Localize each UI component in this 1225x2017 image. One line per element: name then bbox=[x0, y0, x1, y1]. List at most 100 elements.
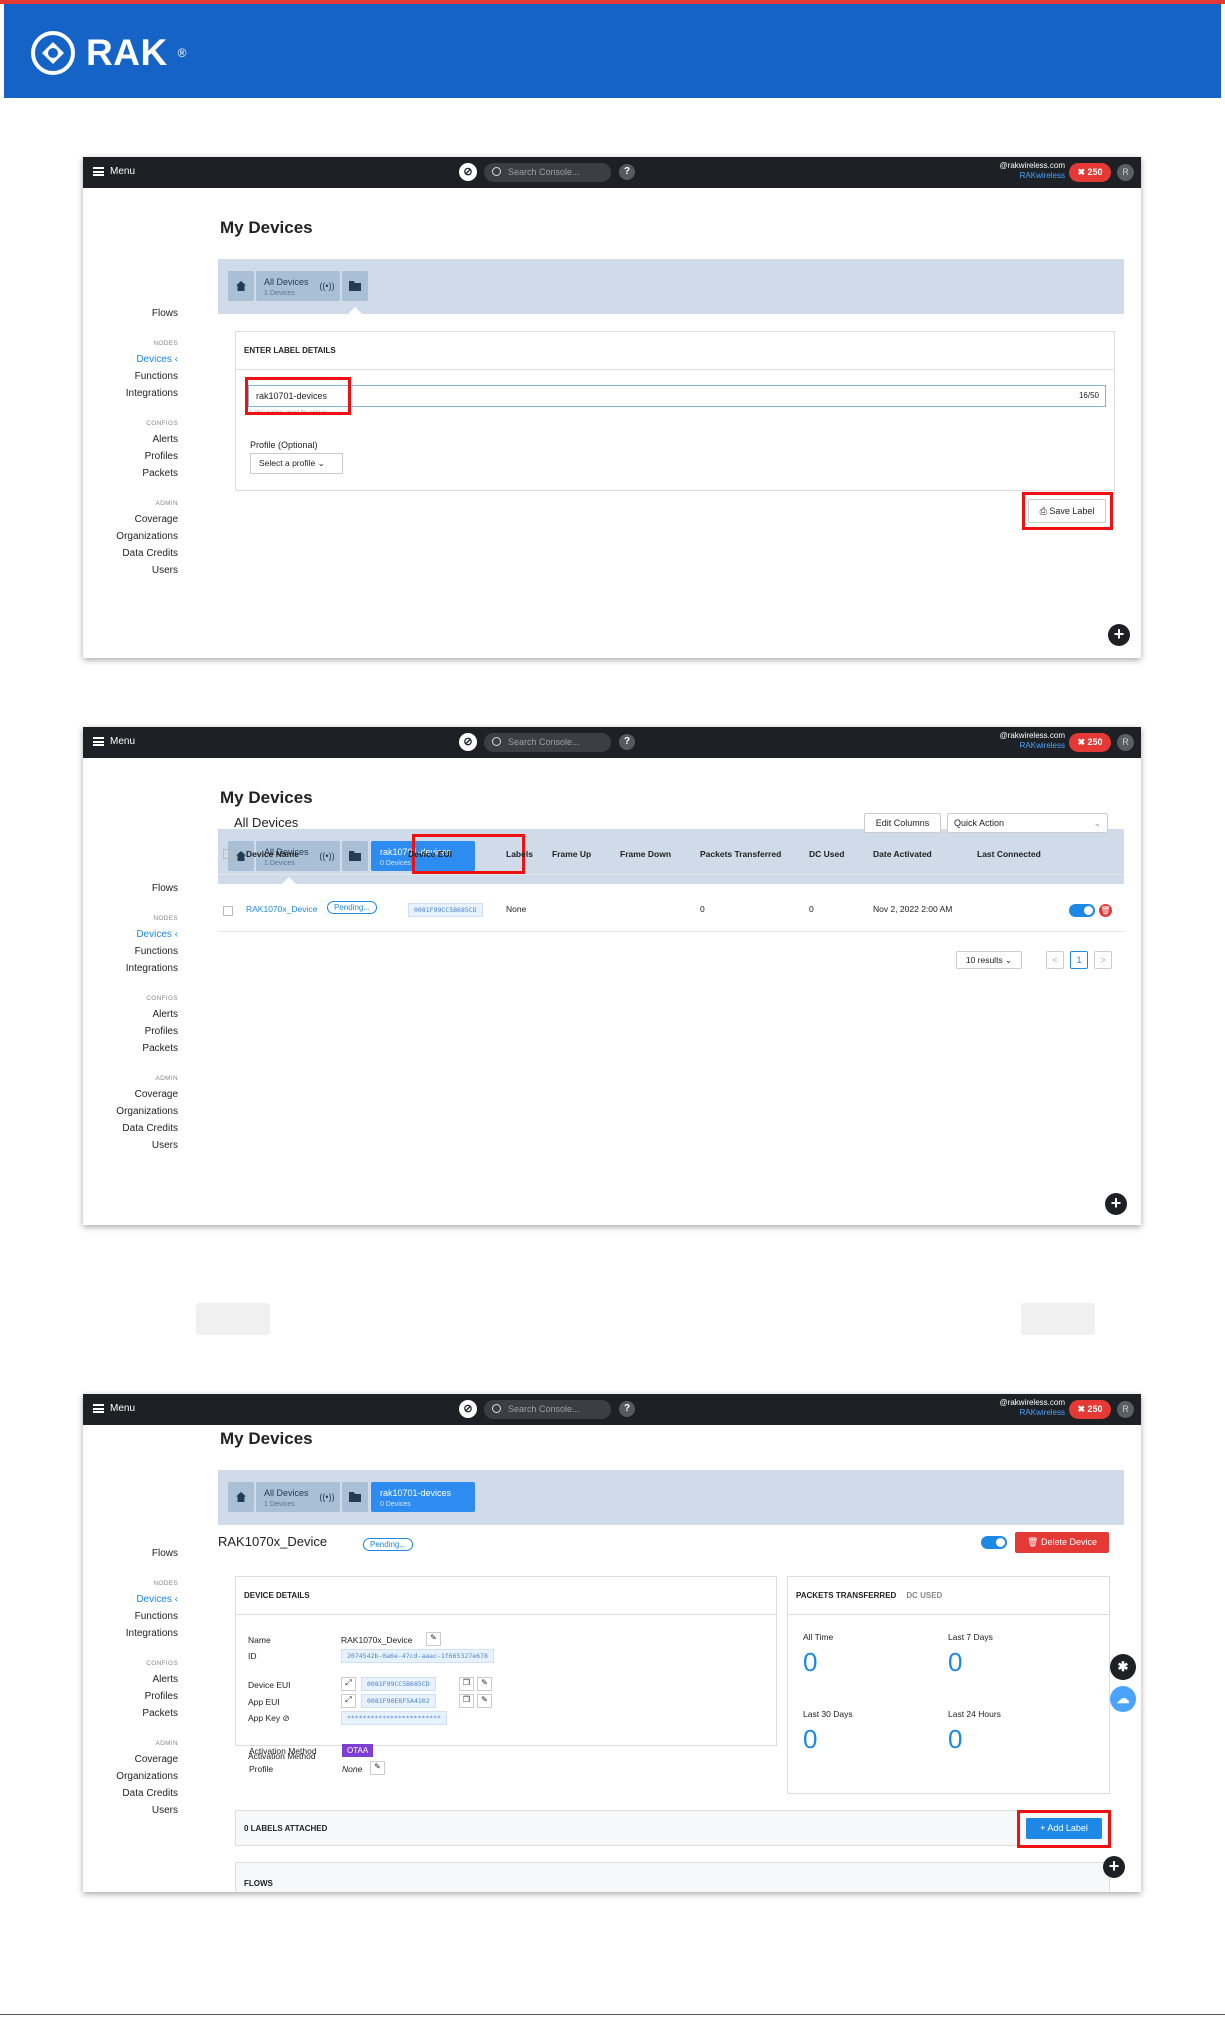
fab-add-button[interactable]: + bbox=[1105, 1193, 1127, 1215]
avatar[interactable]: R bbox=[1117, 164, 1134, 181]
tab-dc-used[interactable]: DC USED bbox=[906, 1577, 942, 1614]
delete-icon[interactable]: 🗑 bbox=[1099, 904, 1112, 917]
signal-icon[interactable]: ((•)) bbox=[314, 271, 340, 301]
sidebar-item-alerts[interactable]: Alerts bbox=[83, 431, 178, 448]
sidebar-item-alerts[interactable]: Alerts bbox=[83, 1006, 178, 1023]
sidebar-item-coverage[interactable]: Coverage bbox=[83, 1751, 178, 1768]
account-info[interactable]: @rakwireless.com RAKwireless bbox=[1000, 161, 1065, 181]
expand-dev-eui-icon[interactable]: ⤢ bbox=[341, 1677, 356, 1691]
search-input[interactable]: Search Console... bbox=[484, 163, 611, 182]
console-logo-icon[interactable]: ⊘ bbox=[459, 733, 477, 751]
copy-app-eui-icon[interactable]: ❐ bbox=[459, 1694, 474, 1708]
sidebar-item-packets[interactable]: Packets bbox=[83, 465, 178, 482]
sidebar-item-flows[interactable]: Flows bbox=[83, 305, 178, 322]
sidebar-item-packets[interactable]: Packets bbox=[83, 1705, 178, 1722]
signal-icon[interactable]: ((•)) bbox=[314, 1482, 340, 1512]
page-1-button[interactable]: 1 bbox=[1070, 951, 1088, 969]
home-button[interactable] bbox=[228, 271, 254, 301]
bug-icon[interactable]: ✱ bbox=[1110, 1654, 1136, 1680]
sidebar-item-functions[interactable]: Functions bbox=[83, 1608, 178, 1625]
sidebar-item-data-credits[interactable]: Data Credits bbox=[83, 1785, 178, 1802]
col-date-activated[interactable]: Date Activated bbox=[873, 849, 932, 859]
sidebar-item-integrations[interactable]: Integrations bbox=[83, 385, 178, 402]
device-toggle[interactable] bbox=[1069, 904, 1095, 917]
sidebar-item-users[interactable]: Users bbox=[83, 562, 178, 579]
delete-device-button[interactable]: 🗑 Delete Device bbox=[1015, 1532, 1109, 1553]
sidebar-item-users[interactable]: Users bbox=[83, 1802, 178, 1819]
sidebar-item-flows[interactable]: Flows bbox=[83, 880, 178, 897]
device-name-link[interactable]: RAK1070x_Device bbox=[246, 904, 317, 914]
results-select[interactable]: 10 results ⌄ bbox=[956, 951, 1022, 969]
col-packets[interactable]: Packets Transferred bbox=[700, 849, 781, 859]
add-label-folder-button[interactable] bbox=[342, 271, 368, 301]
sidebar-item-data-credits[interactable]: Data Credits bbox=[83, 1120, 178, 1137]
edit-name-icon[interactable]: ✎ bbox=[426, 1632, 441, 1646]
console-logo-icon[interactable]: ⊘ bbox=[459, 163, 477, 181]
cloud-upload-icon[interactable]: ☁ bbox=[1110, 1686, 1136, 1712]
copy-dev-eui-icon[interactable]: ❐ bbox=[459, 1677, 474, 1691]
eye-off-icon[interactable]: ⊘ bbox=[283, 1713, 290, 1723]
menu-button[interactable]: Menu bbox=[93, 1403, 135, 1414]
select-all-checkbox[interactable] bbox=[223, 849, 233, 859]
sidebar-item-coverage[interactable]: Coverage bbox=[83, 1086, 178, 1103]
device-toggle[interactable] bbox=[981, 1536, 1007, 1549]
sidebar-item-organizations[interactable]: Organizations bbox=[83, 528, 178, 545]
sidebar-item-integrations[interactable]: Integrations bbox=[83, 1625, 178, 1642]
sidebar-item-profiles[interactable]: Profiles bbox=[83, 1023, 178, 1040]
edit-app-eui-icon[interactable]: ✎ bbox=[477, 1694, 492, 1708]
sidebar-item-functions[interactable]: Functions bbox=[83, 943, 178, 960]
sidebar-item-users[interactable]: Users bbox=[83, 1137, 178, 1154]
help-icon[interactable]: ? bbox=[619, 734, 635, 750]
sidebar-item-data-credits[interactable]: Data Credits bbox=[83, 545, 178, 562]
avatar[interactable]: R bbox=[1117, 734, 1134, 751]
sidebar-item-flows[interactable]: Flows bbox=[83, 1545, 178, 1562]
row-checkbox[interactable] bbox=[223, 906, 233, 916]
tab-packets-transferred[interactable]: PACKETS TRANSFERRED bbox=[796, 1577, 896, 1614]
account-info[interactable]: @rakwireless.com RAKwireless bbox=[1000, 1398, 1065, 1418]
fab-add-button[interactable]: + bbox=[1108, 624, 1130, 646]
edit-profile-icon[interactable]: ✎ bbox=[370, 1761, 385, 1775]
col-frame-down[interactable]: Frame Down bbox=[620, 849, 671, 859]
sidebar-item-functions[interactable]: Functions bbox=[83, 368, 178, 385]
sidebar-item-profiles[interactable]: Profiles bbox=[83, 448, 178, 465]
add-label-folder-button[interactable] bbox=[342, 1482, 368, 1512]
prev-page-button[interactable]: < bbox=[1046, 951, 1064, 969]
profile-select[interactable]: Select a profile ⌄ bbox=[250, 453, 343, 474]
sidebar-item-devices[interactable]: Devices ‹ bbox=[83, 1591, 178, 1608]
sidebar-item-profiles[interactable]: Profiles bbox=[83, 1688, 178, 1705]
sidebar-item-devices[interactable]: Devices ‹ bbox=[83, 351, 178, 368]
home-button[interactable] bbox=[228, 1482, 254, 1512]
all-devices-button[interactable]: All Devices 1 Devices bbox=[256, 271, 320, 301]
col-last-connected[interactable]: Last Connected bbox=[977, 849, 1041, 859]
expand-app-eui-icon[interactable]: ⤢ bbox=[341, 1694, 356, 1708]
add-label-folder-button[interactable] bbox=[342, 841, 368, 871]
col-device-eui[interactable]: Device EUI bbox=[408, 849, 452, 859]
all-devices-button[interactable]: All Devices 1 Devices bbox=[256, 1482, 320, 1512]
console-logo-icon[interactable]: ⊘ bbox=[459, 1400, 477, 1418]
next-page-button[interactable]: > bbox=[1094, 951, 1112, 969]
sidebar-item-alerts[interactable]: Alerts bbox=[83, 1671, 178, 1688]
credits-badge[interactable]: ✖ 250 bbox=[1069, 1400, 1111, 1419]
account-info[interactable]: @rakwireless.com RAKwireless bbox=[1000, 731, 1065, 751]
edit-dev-eui-icon[interactable]: ✎ bbox=[477, 1677, 492, 1691]
col-frame-up[interactable]: Frame Up bbox=[552, 849, 591, 859]
col-device-name[interactable]: Device Name bbox=[246, 849, 299, 859]
signal-icon[interactable]: ((•)) bbox=[314, 841, 340, 871]
credits-badge[interactable]: ✖ 250 bbox=[1069, 733, 1111, 752]
search-input[interactable]: Search Console... bbox=[484, 1400, 611, 1419]
col-labels[interactable]: Labels bbox=[506, 849, 533, 859]
label-name-input[interactable]: rak10701-devices 16/50 bbox=[248, 385, 1106, 407]
sidebar-item-organizations[interactable]: Organizations bbox=[83, 1768, 178, 1785]
search-input[interactable]: Search Console... bbox=[484, 733, 611, 752]
menu-button[interactable]: Menu bbox=[93, 166, 135, 177]
sidebar-item-coverage[interactable]: Coverage bbox=[83, 511, 178, 528]
help-icon[interactable]: ? bbox=[619, 164, 635, 180]
sidebar-item-integrations[interactable]: Integrations bbox=[83, 960, 178, 977]
fab-add-button[interactable]: + bbox=[1103, 1856, 1125, 1878]
label-rak10701-button[interactable]: rak10701-devices 0 Devices bbox=[371, 1482, 475, 1512]
menu-button[interactable]: Menu bbox=[93, 736, 135, 747]
credits-badge[interactable]: ✖ 250 bbox=[1069, 163, 1111, 182]
sidebar-item-organizations[interactable]: Organizations bbox=[83, 1103, 178, 1120]
avatar[interactable]: R bbox=[1117, 1401, 1134, 1418]
col-dc-used[interactable]: DC Used bbox=[809, 849, 844, 859]
